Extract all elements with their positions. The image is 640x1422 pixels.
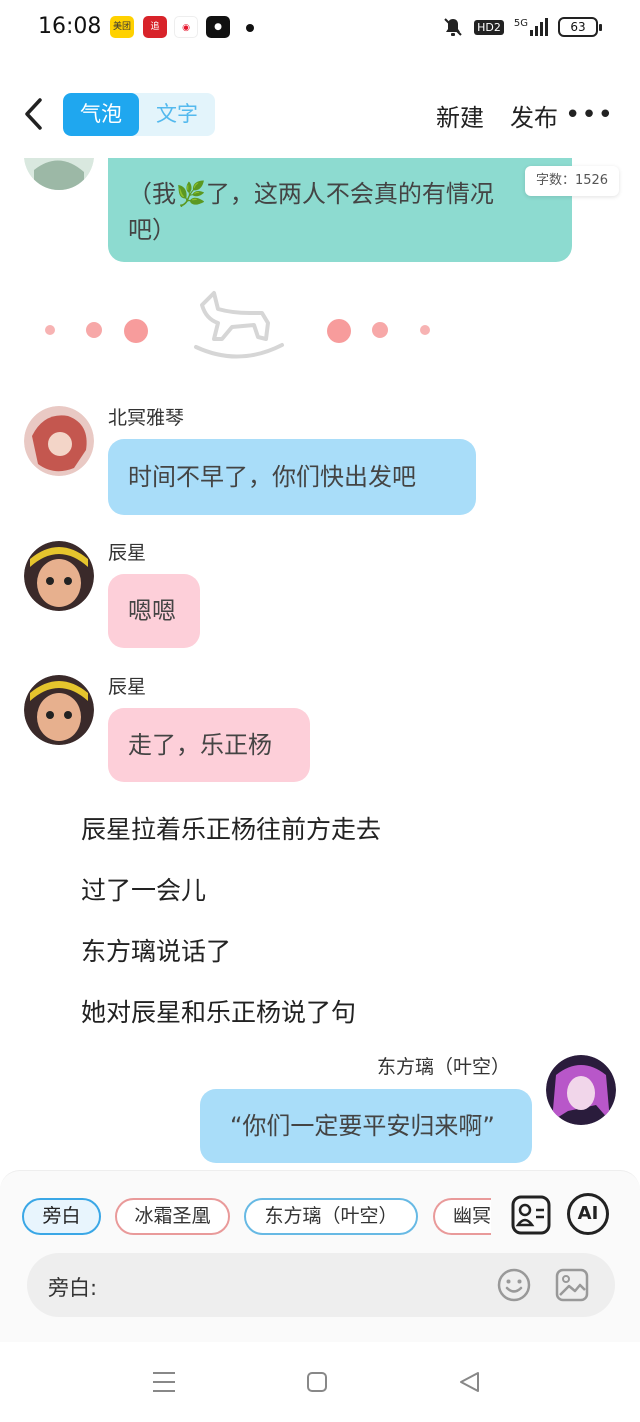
avatar[interactable] — [24, 158, 94, 190]
message-text: “你们一定要平安归来啊” — [230, 1112, 495, 1140]
meituan-app-icon: 美团 — [110, 16, 134, 38]
message-bubble[interactable]: 走了，乐正杨 — [108, 708, 310, 782]
menu-icon[interactable] — [152, 1370, 176, 1394]
message-bubble[interactable]: （我🌿了，这两人不会真的有情况 吧） — [108, 158, 572, 262]
message-bubble[interactable]: “你们一定要平安归来啊” — [200, 1089, 532, 1163]
role-card-icon[interactable] — [509, 1193, 553, 1237]
message-input[interactable]: 旁白: — [27, 1253, 615, 1317]
weibo-app-icon: ◉ — [174, 16, 198, 38]
avatar[interactable] — [546, 1055, 616, 1125]
record-app-icon: ● — [206, 16, 230, 38]
hd-icon: HD2 — [474, 19, 504, 35]
more-button[interactable]: ••• — [565, 100, 614, 130]
chat-area: （我🌿了，这两人不会真的有情况 吧） 字数：1526 北冥雅琴 时间不早了，你们… — [0, 158, 640, 1170]
role-chip[interactable]: 幽冥 — [433, 1198, 491, 1235]
home-icon[interactable] — [306, 1371, 328, 1393]
system-nav-bar — [0, 1342, 640, 1422]
mode-switch: 气泡 文字 — [63, 93, 215, 136]
ai-button[interactable]: AI — [567, 1193, 609, 1235]
message-text-line2: 吧） — [128, 216, 176, 244]
avatar[interactable] — [24, 541, 94, 611]
message-bubble[interactable]: 嗯嗯 — [108, 574, 200, 648]
role-chip-narrator[interactable]: 旁白 — [22, 1198, 101, 1235]
message-text: 嗯嗯 — [128, 597, 176, 625]
message-text: 走了，乐正杨 — [128, 731, 272, 759]
mute-icon — [444, 18, 462, 36]
role-chip[interactable]: 冰霜圣凰 — [115, 1198, 230, 1235]
tab-bubble[interactable]: 气泡 — [63, 93, 139, 136]
sender-name: 辰星 — [108, 676, 147, 698]
message-text-line1: （我🌿了，这两人不会真的有情况 — [128, 180, 494, 208]
tab-text[interactable]: 文字 — [139, 93, 215, 136]
publish-button[interactable]: 发布 — [510, 98, 558, 133]
rocking-horse-icon — [194, 291, 284, 359]
new-button[interactable]: 新建 — [436, 98, 484, 133]
sender-name: 北冥雅琴 — [108, 407, 185, 429]
avatar[interactable] — [24, 675, 94, 745]
zhui-app-icon: 追 — [143, 16, 167, 38]
message-bubble[interactable]: 时间不早了，你们快出发吧 — [108, 439, 476, 515]
input-role-label: 旁白: — [48, 1276, 98, 1300]
signal-icon: 5G — [514, 18, 548, 36]
role-chip[interactable]: 东方璃（叶空） — [244, 1198, 418, 1235]
status-time: 16:08 — [38, 14, 102, 39]
narration-text[interactable]: 过了一会儿 — [81, 871, 206, 907]
narration-text[interactable]: 她对辰星和乐正杨说了句 — [81, 993, 356, 1029]
battery-icon: 63 — [558, 17, 602, 37]
sender-name: 东方璃（叶空） — [377, 1056, 511, 1078]
network-type: 5G — [513, 18, 528, 29]
back-nav-icon[interactable] — [458, 1371, 480, 1393]
editor-header: 气泡 文字 新建 发布 ••• — [0, 72, 640, 158]
notification-dot — [246, 24, 254, 32]
back-icon[interactable] — [18, 94, 52, 134]
word-count-badge: 字数：1526 — [525, 166, 619, 196]
emoji-icon[interactable] — [496, 1267, 532, 1303]
sender-name: 辰星 — [108, 542, 147, 564]
status-bar: 16:08 美团 追 ◉ ● HD2 5G 63 — [0, 0, 640, 58]
decorative-divider — [0, 284, 640, 374]
avatar[interactable] — [24, 406, 94, 476]
image-icon[interactable] — [554, 1267, 590, 1303]
composer-panel: 旁白 冰霜圣凰 东方璃（叶空） 幽冥 AI 旁白: — [0, 1170, 640, 1342]
narration-text[interactable]: 辰星拉着乐正杨往前方走去 — [81, 810, 381, 846]
narration-text[interactable]: 东方璃说话了 — [81, 932, 231, 968]
message-text: 时间不早了，你们快出发吧 — [128, 463, 416, 491]
